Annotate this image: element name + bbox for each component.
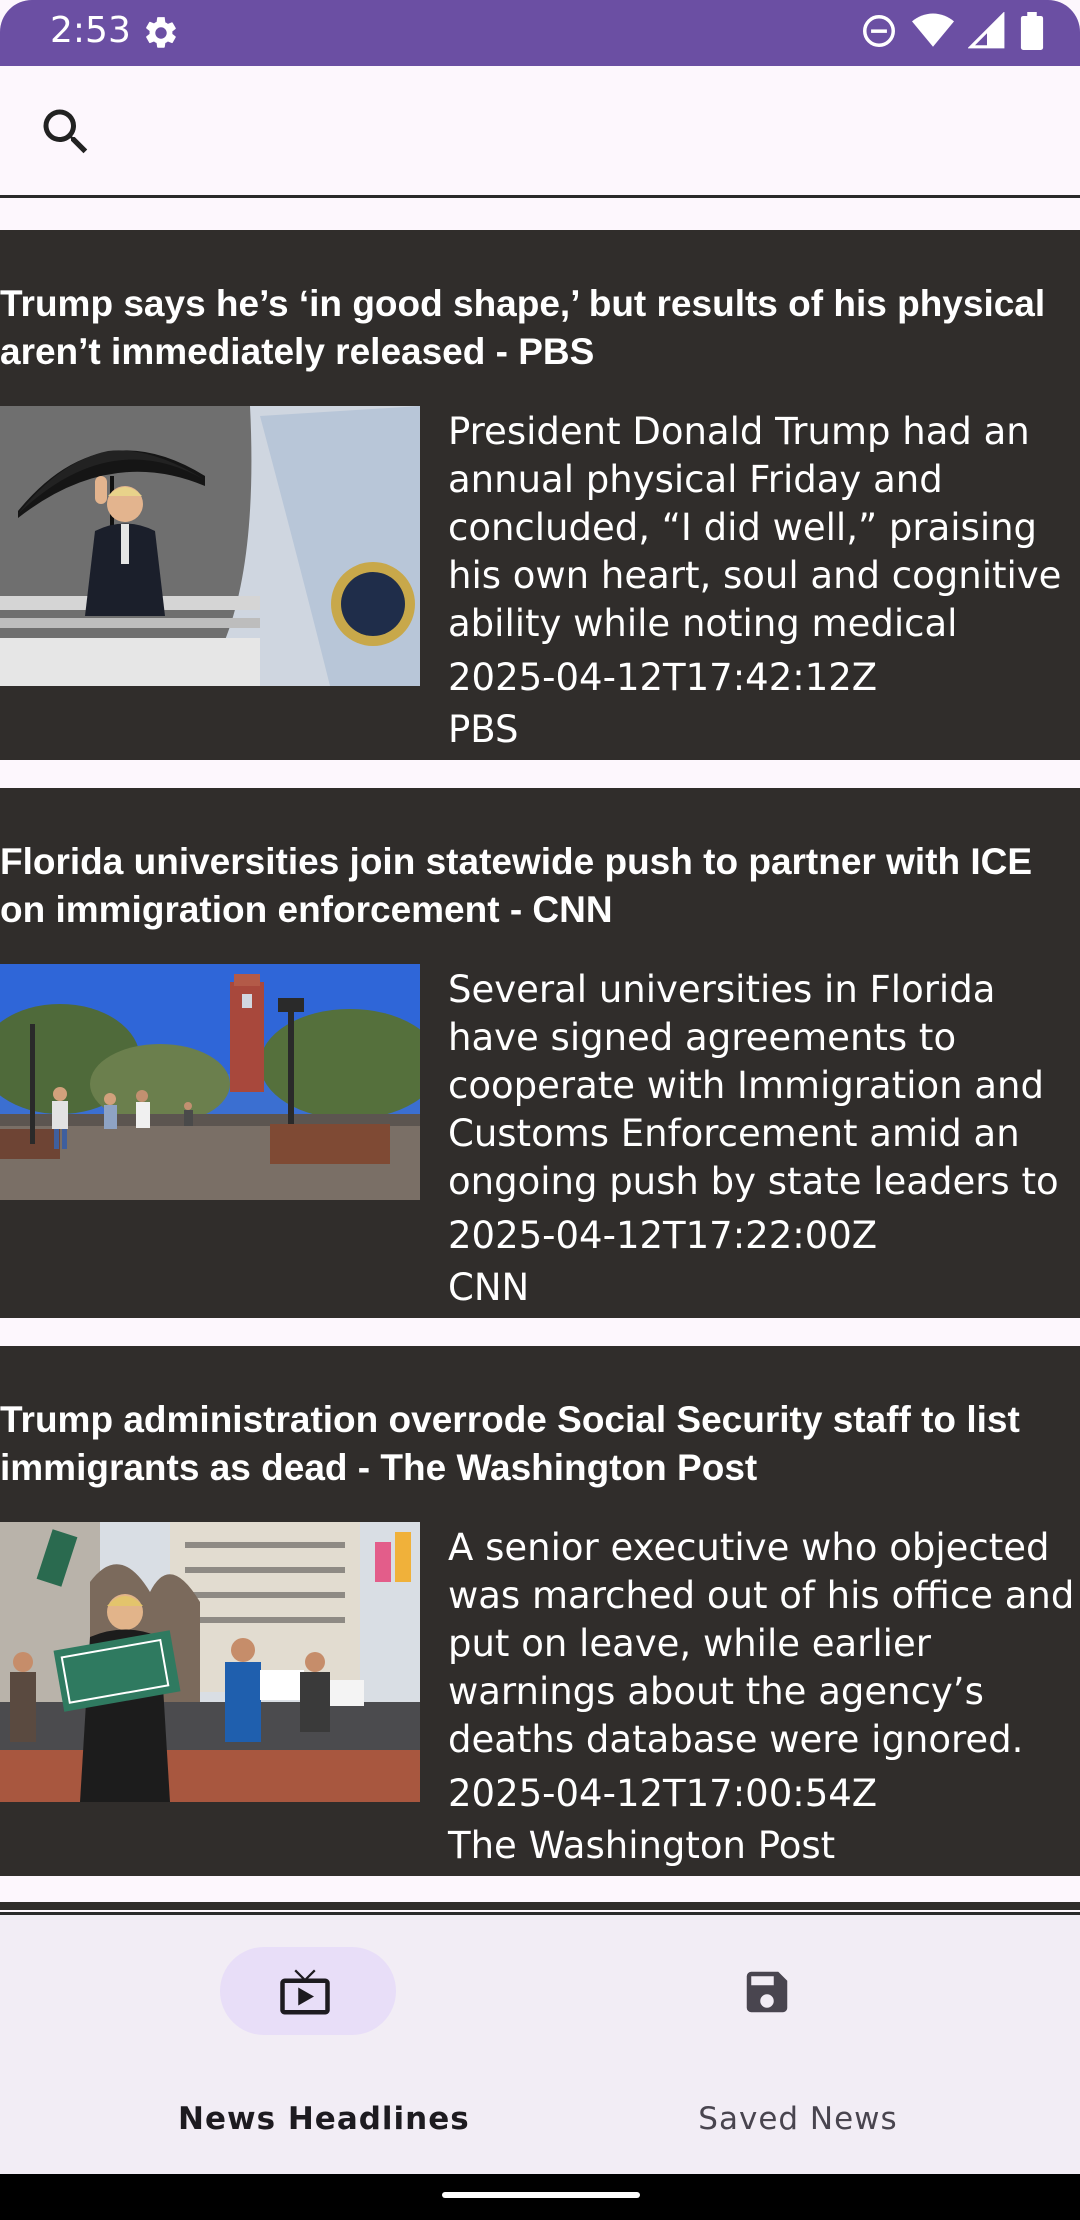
article-title: Trump says he’s ‘in good shape,’ but res… <box>0 283 1046 372</box>
news-card-partial <box>0 1902 1080 1910</box>
do-not-disturb-icon <box>863 15 895 47</box>
article-description: President Donald Trump had an annual phy… <box>448 410 1062 645</box>
article-date: 2025-04-12T17:22:00Z <box>448 1214 878 1257</box>
nav-saved-news[interactable]: Saved News <box>540 1915 1080 2177</box>
article-title: Trump administration overrode Social Sec… <box>0 1399 1020 1488</box>
article-source: CNN <box>448 1266 530 1309</box>
app-screen: 2:53 Trump says he’s ‘in good shape,’ bu… <box>0 0 1080 2220</box>
news-card[interactable]: Florida universities join statewide push… <box>0 788 1080 1318</box>
status-bar: 2:53 <box>0 0 1080 66</box>
status-icons <box>860 12 1044 50</box>
news-card[interactable]: Trump says he’s ‘in good shape,’ but res… <box>0 230 1080 760</box>
gesture-navigation-bar <box>0 2174 1080 2220</box>
wifi-icon <box>912 13 954 47</box>
article-description: Several universities in Florida have sig… <box>448 968 1059 1203</box>
article-date: 2025-04-12T17:42:12Z <box>448 656 878 699</box>
article-date: 2025-04-12T17:00:54Z <box>448 1772 878 1815</box>
home-gesture-handle[interactable] <box>442 2192 640 2198</box>
article-source: PBS <box>448 708 519 751</box>
signal-icon <box>968 12 1005 49</box>
save-floppy-icon <box>746 1971 788 2013</box>
nav-label: News Headlines <box>178 2101 470 2137</box>
battery-icon <box>1020 12 1044 50</box>
search-icon[interactable] <box>36 102 96 162</box>
article-image <box>0 1522 420 1802</box>
nav-label: Saved News <box>698 2101 898 2137</box>
bottom-navigation: News Headlines Saved News <box>0 1912 1080 2174</box>
gear-icon <box>146 17 176 48</box>
article-title: Florida universities join statewide push… <box>0 841 1033 930</box>
article-image <box>0 406 420 686</box>
article-description: A senior executive who objected was marc… <box>448 1526 1075 1761</box>
search-input[interactable] <box>120 96 1020 168</box>
article-image <box>0 964 420 1200</box>
search-bar <box>0 66 1080 198</box>
article-source: The Washington Post <box>448 1824 836 1867</box>
news-card[interactable]: Trump administration overrode Social Sec… <box>0 1346 1080 1876</box>
tv-play-icon <box>280 1969 330 2015</box>
nav-news-headlines[interactable]: News Headlines <box>0 1915 540 2177</box>
status-time: 2:53 <box>50 10 131 51</box>
